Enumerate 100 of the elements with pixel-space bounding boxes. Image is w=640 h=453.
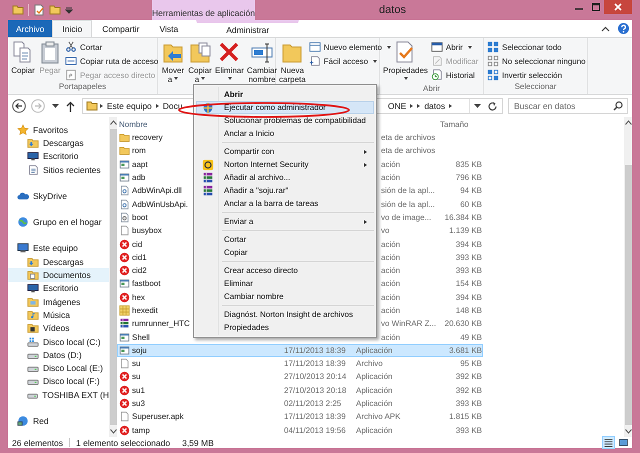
breadcrumb-arrow-icon[interactable] bbox=[156, 104, 159, 108]
menu-item[interactable]: Propiedades bbox=[196, 321, 374, 334]
nav-item[interactable]: SkyDrive bbox=[8, 189, 109, 202]
nav-item[interactable]: Disco local (C:) bbox=[8, 334, 109, 348]
nav-item[interactable]: Este equipo bbox=[8, 242, 109, 256]
nav-item[interactable]: Favoritos bbox=[8, 123, 109, 136]
ribbon-tab[interactable]: Compartir bbox=[92, 20, 150, 37]
recent-caret-icon[interactable] bbox=[52, 104, 59, 108]
back-button[interactable] bbox=[12, 99, 26, 113]
file-name[interactable]: Shell bbox=[132, 332, 150, 342]
view-button[interactable] bbox=[617, 436, 630, 449]
nav-item[interactable]: Escritorio bbox=[8, 150, 109, 163]
nav-item[interactable]: Grupo en el hogar bbox=[8, 215, 109, 229]
scrollbar[interactable] bbox=[109, 117, 117, 437]
ribbon-tab[interactable]: Archivo bbox=[8, 20, 52, 37]
search-field[interactable]: Buscar en datos bbox=[508, 98, 628, 114]
menu-item[interactable]: Norton Internet Security bbox=[196, 158, 374, 171]
file-name[interactable]: boot bbox=[132, 212, 148, 222]
nav-item[interactable]: Documentos bbox=[8, 268, 109, 282]
file-name[interactable]: su1 bbox=[132, 386, 145, 395]
ribbon-button[interactable]: Nuevo elemento bbox=[308, 41, 391, 53]
ribbon-button[interactable]: Cambiar nombre bbox=[246, 40, 278, 84]
ribbon-button[interactable]: No seleccionar ninguno bbox=[487, 55, 586, 67]
refresh-icon[interactable] bbox=[487, 100, 498, 112]
breadcrumb[interactable]: datos bbox=[422, 101, 448, 111]
close-button[interactable] bbox=[604, 0, 632, 14]
breadcrumb[interactable]: Este equipo bbox=[104, 101, 154, 111]
ribbon-button[interactable]: Abrir bbox=[430, 41, 478, 53]
check-document-icon[interactable] bbox=[33, 4, 45, 16]
nav-item[interactable]: Descargas bbox=[8, 255, 109, 268]
ribbon-button[interactable]: Eliminar bbox=[215, 40, 244, 84]
nav-item[interactable]: Red bbox=[8, 414, 109, 428]
menu-item[interactable]: Añadir a "soju.rar" bbox=[196, 184, 374, 197]
menu-item[interactable]: Copiar bbox=[196, 246, 374, 259]
menu-item[interactable]: Cortar bbox=[196, 233, 374, 246]
breadcrumb-arrow-icon[interactable] bbox=[100, 104, 103, 108]
menu-item[interactable]: Eliminar bbox=[196, 277, 374, 290]
ribbon-button[interactable]: Historial bbox=[430, 69, 478, 81]
file-name[interactable]: AdbWinApi.dll bbox=[132, 186, 182, 196]
file-name[interactable]: rumrunner_HTC bbox=[132, 319, 190, 328]
collapse-caret-icon[interactable] bbox=[601, 26, 610, 32]
ribbon-tab[interactable]: Inicio bbox=[52, 20, 92, 37]
file-name[interactable]: su bbox=[132, 372, 140, 382]
nav-item[interactable]: Escritorio bbox=[8, 282, 109, 295]
nav-item[interactable]: Disco Local (E:) bbox=[8, 361, 109, 375]
ribbon-button[interactable]: Copiar a bbox=[188, 40, 212, 84]
scroll-thumb[interactable] bbox=[624, 165, 632, 425]
column-header[interactable]: Tamaño bbox=[440, 120, 482, 128]
file-name[interactable]: soju bbox=[132, 346, 147, 355]
menu-item[interactable]: Diagnóst. Norton Insight de archivos bbox=[196, 308, 374, 321]
file-name[interactable]: rom bbox=[132, 146, 146, 156]
file-name[interactable]: cid1 bbox=[132, 252, 147, 262]
ribbon-button[interactable]: Copiar ruta de acceso bbox=[65, 55, 158, 67]
dropdown-caret-icon[interactable] bbox=[474, 104, 481, 108]
up-arrow-icon[interactable] bbox=[66, 100, 75, 112]
scroll-thumb[interactable] bbox=[110, 129, 116, 425]
nav-item[interactable]: Datos (D:) bbox=[8, 348, 109, 362]
nav-item[interactable]: Imágenes bbox=[8, 294, 109, 308]
view-button[interactable] bbox=[602, 436, 615, 449]
file-name[interactable]: cid bbox=[132, 240, 142, 249]
file-name[interactable]: busybox bbox=[132, 226, 162, 236]
file-name[interactable]: hexedit bbox=[132, 306, 158, 315]
file-name[interactable]: adb bbox=[132, 173, 146, 182]
ribbon-tab[interactable]: Vista bbox=[150, 20, 188, 37]
ribbon-button[interactable]: Copiar bbox=[11, 40, 35, 82]
menu-item[interactable]: Crear acceso directo bbox=[196, 264, 374, 277]
nav-item[interactable]: Vídeos bbox=[8, 322, 109, 335]
breadcrumb-arrow-icon[interactable] bbox=[449, 104, 452, 108]
ribbon-button[interactable]: Mover a bbox=[161, 40, 185, 84]
file-name[interactable]: recovery bbox=[132, 133, 163, 142]
nav-item[interactable]: TOSHIBA EXT (H bbox=[8, 388, 109, 402]
menu-item[interactable]: Abrir bbox=[196, 88, 374, 101]
file-name[interactable]: hex bbox=[132, 292, 145, 302]
file-name[interactable]: Superuser.apk bbox=[132, 412, 184, 422]
file-name[interactable]: AdbWinUsbApi. bbox=[132, 200, 188, 209]
menu-item[interactable]: Compartir con bbox=[196, 145, 374, 158]
file-name[interactable]: su bbox=[132, 359, 140, 368]
ribbon-button[interactable]: Invertir selección bbox=[487, 69, 586, 81]
menu-item[interactable]: Enviar a bbox=[196, 215, 374, 228]
file-name[interactable]: aapt bbox=[132, 160, 148, 169]
menu-item[interactable]: Solucionar problemas de compatibilidad bbox=[196, 114, 374, 127]
nav-item[interactable]: Disco local (F:) bbox=[8, 374, 109, 388]
breadcrumb[interactable]: ONE bbox=[386, 101, 408, 111]
menu-item[interactable]: Cambiar nombre bbox=[196, 290, 374, 303]
help-icon[interactable] bbox=[618, 23, 629, 34]
menu-item[interactable]: Añadir al archivo... bbox=[196, 171, 374, 184]
nav-item[interactable]: Descargas bbox=[8, 136, 109, 150]
selected-row[interactable]: soju 17/11/2013 18:39 Aplicación 3.681 KB bbox=[117, 344, 483, 358]
menu-item[interactable]: Anclar a Inicio bbox=[196, 127, 374, 140]
nav-item[interactable]: Música bbox=[8, 308, 109, 322]
file-name[interactable]: su3 bbox=[132, 399, 145, 408]
nav-item[interactable]: Sitios recientes bbox=[8, 162, 109, 176]
ribbon-button[interactable]: Cortar bbox=[65, 41, 158, 53]
file-name[interactable]: fastboot bbox=[132, 279, 160, 288]
file-name[interactable]: tamp bbox=[132, 426, 150, 435]
scrollbar[interactable] bbox=[624, 117, 632, 437]
menu-item[interactable]: Anclar a la barra de tareas bbox=[196, 197, 374, 210]
file-name[interactable]: cid2 bbox=[132, 266, 147, 276]
ribbon-button[interactable]: Nueva carpeta bbox=[279, 40, 306, 84]
ribbon-button[interactable]: Seleccionar todo bbox=[487, 41, 586, 53]
